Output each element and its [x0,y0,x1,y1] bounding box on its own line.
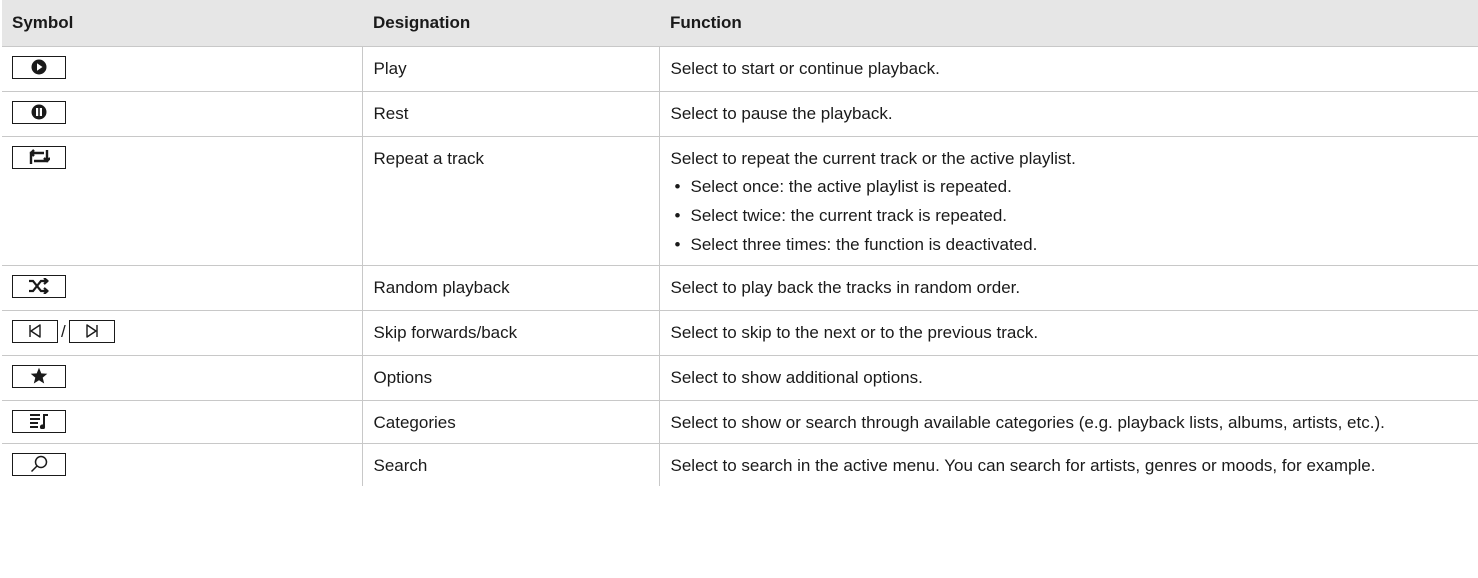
symbol-cell [2,135,362,265]
skip-forward-icon [68,319,115,343]
play-icon [12,55,66,79]
skip-separator: / [61,321,66,341]
list-item: Select once: the active playlist is repe… [671,176,1478,197]
table-row: Options Select to show additional option… [2,354,1478,400]
designation-cell: Rest [361,90,659,136]
header-designation: Designation [373,12,471,32]
list-item: Select three times: the function is deac… [671,234,1478,255]
designation-cell: Search [361,442,659,486]
skip-back-icon [12,319,58,343]
table-row: Categories Select to show or search thro… [2,399,1478,443]
repeat-icon [12,145,66,169]
symbol-cell [2,264,362,310]
function-cell: Select to pause the playback. [658,90,1478,136]
designation-cell: Play [361,45,659,91]
search-icon [12,452,66,476]
symbol-cell [2,45,362,91]
table-row: Random playback Select to play back the … [2,264,1478,310]
function-cell: Select to repeat the current track or th… [658,135,1478,265]
designation-cell: Skip forwards/back [361,309,659,355]
table-row: Play Select to start or continue playbac… [2,45,1478,91]
designation-cell: Random playback [361,264,659,310]
designation-cell: Repeat a track [361,135,659,265]
symbol-cell [2,90,362,136]
table-row: / Skip forwards/back Select to skip to t… [2,309,1478,355]
designation-cell: Categories [361,399,659,443]
function-cell: Select to start or continue playback. [658,45,1478,91]
function-bullet-list: Select once: the active playlist is repe… [671,176,1478,255]
function-text: Select to repeat the current track or th… [670,148,1076,168]
star-icon [12,364,66,388]
table-row: Repeat a track Select to repeat the curr… [2,135,1478,265]
table-header-row: Symbol Designation Function [2,0,1478,46]
shuffle-icon [12,274,66,298]
pause-icon [12,100,66,124]
function-cell: Select to play back the tracks in random… [658,264,1478,310]
symbol-cell [2,399,362,443]
list-item: Select twice: the current track is repea… [671,205,1478,226]
function-cell: Select to show additional options. [658,354,1478,400]
symbol-cell [2,442,362,486]
function-cell: Select to search in the active menu. You… [658,442,1478,486]
table-row: Search Select to search in the active me… [2,442,1478,486]
header-function: Function [670,12,742,32]
playlist-icon [12,409,66,433]
symbol-cell [2,354,362,400]
symbol-table: Symbol Designation Function Play Select … [2,0,1478,486]
function-cell: Select to skip to the next or to the pre… [658,309,1478,355]
symbol-cell: / [2,309,362,355]
designation-cell: Options [361,354,659,400]
table-row: Rest Select to pause the playback. [2,90,1478,136]
function-cell: Select to show or search through availab… [658,399,1478,443]
header-symbol: Symbol [12,12,74,32]
